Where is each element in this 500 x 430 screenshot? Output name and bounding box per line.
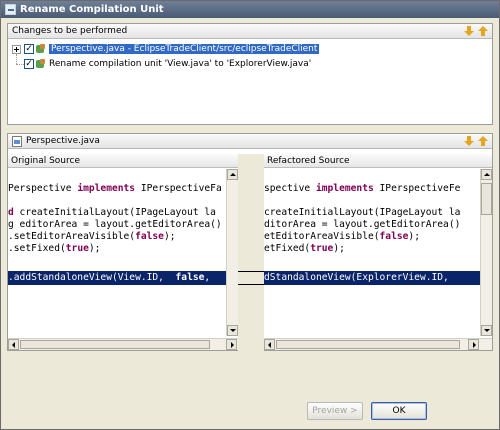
- scroll-left-icon[interactable]: [264, 339, 275, 350]
- tree-item-checkbox[interactable]: ✓: [24, 59, 34, 69]
- scroll-thumb[interactable]: [481, 183, 492, 215]
- changes-panel-header: Changes to be performed: [8, 24, 492, 39]
- original-vertical-scrollbar[interactable]: [226, 169, 238, 336]
- original-source-header: Original Source: [8, 154, 238, 168]
- window-title: Rename Compilation Unit: [20, 4, 164, 15]
- refactored-source-header: Refactored Source: [264, 154, 492, 168]
- scroll-left-icon[interactable]: [8, 339, 19, 350]
- next-difference-icon[interactable]: [464, 136, 474, 147]
- scroll-thumb[interactable]: [20, 340, 210, 349]
- tree-item-label: Rename compilation unit 'View.java' to '…: [49, 59, 312, 69]
- refactored-source-editor[interactable]: spective implements IPerspectiveFe creat…: [264, 169, 480, 336]
- java-package-icon: [36, 44, 46, 54]
- ok-button[interactable]: OK: [371, 402, 427, 420]
- java-rename-icon: [36, 59, 46, 69]
- code-line: Perspective implements IPerspectiveFa: [8, 183, 222, 194]
- tree-connector: [16, 54, 17, 64]
- scroll-thumb[interactable]: [276, 340, 460, 349]
- scroll-down-icon[interactable]: [481, 325, 492, 336]
- tree-connector: [16, 64, 24, 65]
- code-line: .setEditorAreaVisible(false);: [8, 231, 176, 242]
- title-bar: Rename Compilation Unit: [1, 1, 499, 18]
- code-line: d createInitialLayout(IPageLayout la: [8, 207, 216, 218]
- scroll-up-icon[interactable]: [227, 169, 238, 180]
- code-line: .setFixed(true);: [8, 243, 101, 254]
- tree-item-perspective[interactable]: ✓ Perspective.java - EclipseTradeClient/…: [12, 43, 320, 55]
- preview-button[interactable]: Preview >: [307, 402, 363, 420]
- code-line: spective implements IPerspectiveFe: [264, 183, 461, 194]
- scroll-down-icon[interactable]: [227, 325, 238, 336]
- compare-panel-header: Perspective.java: [8, 134, 492, 149]
- original-source-label: Original Source: [11, 155, 80, 166]
- tree-item-checkbox[interactable]: ✓: [24, 44, 34, 54]
- previous-difference-icon[interactable]: [478, 136, 488, 147]
- original-horizontal-scrollbar[interactable]: [8, 338, 238, 350]
- refactored-source-label: Refactored Source: [267, 155, 350, 166]
- next-change-icon[interactable]: [464, 26, 474, 37]
- file-icon: [12, 135, 22, 147]
- changes-panel-title: Changes to be performed: [12, 26, 128, 36]
- compare-panel-title: Perspective.java: [26, 136, 100, 146]
- code-line: createInitialLayout(IPageLayout la: [264, 207, 461, 218]
- tree-item-label: Perspective.java - EclipseTradeClient/sr…: [49, 44, 320, 54]
- scroll-right-icon[interactable]: [468, 339, 479, 350]
- code-line: ditorArea = layout.getEditorArea(): [264, 219, 461, 230]
- previous-change-icon[interactable]: [478, 26, 488, 37]
- changes-panel: Changes to be performed ✓ Perspective.ja…: [7, 23, 493, 125]
- expand-icon[interactable]: [12, 44, 21, 54]
- compare-panel: Perspective.java Original Source Perspec…: [7, 133, 493, 351]
- code-line: etFixed(true);: [264, 243, 345, 254]
- code-line-changed: .addStandaloneView(View.ID, false,: [8, 271, 226, 285]
- diff-gutter: [238, 154, 264, 351]
- rename-dialog: Rename Compilation Unit Changes to be pe…: [0, 0, 500, 430]
- code-line: g editorArea = layout.getEditorArea(): [8, 219, 222, 230]
- code-line-changed: dStandaloneView(ExplorerView.ID,: [264, 271, 480, 285]
- refactored-horizontal-scrollbar[interactable]: [264, 338, 492, 350]
- code-line: etEditorAreaVisible(false);: [264, 231, 420, 242]
- scroll-up-icon[interactable]: [481, 169, 492, 180]
- app-icon: [5, 4, 16, 15]
- refactored-vertical-scrollbar[interactable]: [480, 169, 492, 336]
- diff-connector: [238, 271, 264, 285]
- scroll-right-icon[interactable]: [226, 339, 237, 350]
- original-source-editor[interactable]: Perspective implements IPerspectiveFa d …: [8, 169, 226, 336]
- tree-item-rename[interactable]: ✓ Rename compilation unit 'View.java' to…: [24, 58, 311, 70]
